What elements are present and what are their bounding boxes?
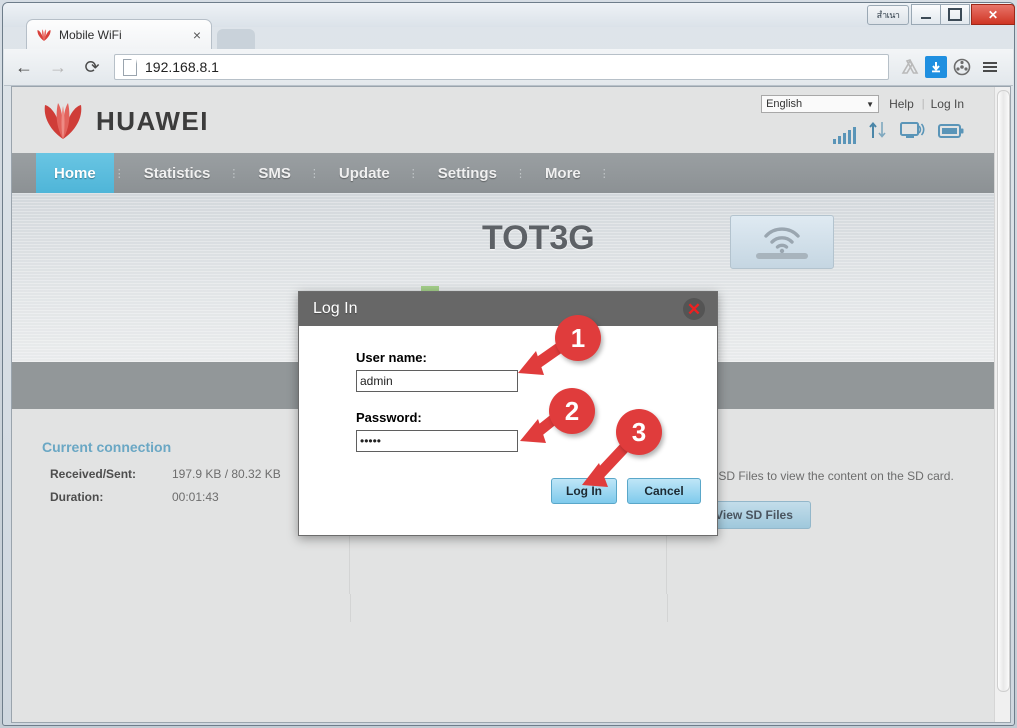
nav-separator: ⋮ bbox=[113, 167, 126, 180]
browser-window: สำเนา ✕ Mobile WiFi × ← → ⟳ 192.168.8.1 … bbox=[2, 2, 1015, 726]
nav-item-update[interactable]: Update bbox=[321, 153, 408, 193]
language-select-value: English bbox=[766, 98, 803, 110]
sd-card-description: iew SD Files to view the content on the … bbox=[697, 469, 954, 483]
browser-menu-icon[interactable] bbox=[977, 54, 1003, 80]
help-link[interactable]: Help bbox=[889, 97, 914, 111]
main-navigation: Home ⋮ Statistics ⋮ SMS ⋮ Update ⋮ Setti… bbox=[12, 153, 996, 193]
header-separator: | bbox=[921, 98, 925, 110]
status-icons bbox=[833, 121, 964, 144]
tab-close-icon[interactable]: × bbox=[189, 27, 205, 43]
login-link[interactable]: Log In bbox=[931, 97, 964, 111]
nav-item-statistics[interactable]: Statistics bbox=[126, 153, 229, 193]
nav-separator: ⋮ bbox=[228, 167, 241, 180]
nav-separator: ⋮ bbox=[514, 167, 527, 180]
page-document-icon bbox=[123, 58, 137, 76]
address-bar[interactable]: 192.168.8.1 bbox=[114, 54, 889, 80]
nav-separator: ⋮ bbox=[598, 167, 611, 180]
forward-button[interactable]: → bbox=[44, 53, 72, 81]
site-header: HUAWEI English ▼ Help | Log In bbox=[12, 87, 996, 153]
address-bar-url: 192.168.8.1 bbox=[145, 59, 219, 75]
dialog-titlebar: Log In ✕ bbox=[299, 292, 717, 326]
drive-icon[interactable] bbox=[897, 54, 923, 80]
nav-item-sms[interactable]: SMS bbox=[240, 153, 309, 193]
language-select[interactable]: English ▼ bbox=[761, 95, 880, 113]
tab-title: Mobile WiFi bbox=[59, 27, 122, 42]
received-sent-value: 197.9 KB / 80.32 KB bbox=[172, 467, 281, 481]
up-down-arrows-icon bbox=[868, 121, 888, 144]
duration-label: Duration: bbox=[50, 490, 104, 504]
column-divider bbox=[667, 594, 668, 622]
network-name: TOT3G bbox=[482, 219, 595, 257]
nav-separator: ⋮ bbox=[308, 167, 321, 180]
battery-icon bbox=[938, 123, 964, 144]
nav-item-home[interactable]: Home bbox=[36, 153, 114, 193]
film-reel-icon[interactable] bbox=[949, 54, 975, 80]
reload-button[interactable]: ⟳ bbox=[78, 53, 106, 81]
nav-item-more[interactable]: More bbox=[527, 153, 599, 193]
dialog-close-icon[interactable]: ✕ bbox=[683, 298, 705, 320]
screenshot-root: สำเนา ✕ Mobile WiFi × ← → ⟳ 192.168.8.1 … bbox=[0, 0, 1017, 728]
wifi-toggle-button[interactable] bbox=[730, 215, 834, 269]
brand-wordmark: HUAWEI bbox=[96, 105, 209, 136]
back-button[interactable]: ← bbox=[10, 53, 38, 81]
tab-strip: Mobile WiFi × bbox=[4, 19, 1013, 49]
wifi-panel-bar bbox=[756, 253, 808, 259]
column-divider bbox=[350, 594, 351, 622]
signal-bars-icon bbox=[833, 126, 856, 144]
duration-value: 00:01:43 bbox=[172, 490, 219, 504]
header-controls: English ▼ Help | Log In bbox=[761, 95, 964, 113]
callout-badge-3: 3 bbox=[616, 409, 662, 455]
nav-separator: ⋮ bbox=[407, 167, 420, 180]
new-tab-button[interactable] bbox=[217, 29, 255, 49]
huawei-logo: HUAWEI bbox=[40, 101, 209, 141]
page-scrollbar[interactable] bbox=[994, 87, 1010, 722]
sd-card-title: ng bbox=[697, 439, 996, 455]
download-icon[interactable] bbox=[925, 56, 947, 78]
dialog-title: Log In bbox=[313, 300, 358, 317]
huawei-flower-icon bbox=[40, 101, 86, 141]
username-field[interactable]: admin bbox=[356, 370, 518, 392]
password-field[interactable]: ••••• bbox=[356, 430, 518, 452]
callout-badge-1: 1 bbox=[555, 315, 601, 361]
chevron-down-icon: ▼ bbox=[866, 99, 875, 109]
huawei-favicon-icon bbox=[35, 28, 53, 42]
browser-toolbar: ← → ⟳ 192.168.8.1 bbox=[4, 49, 1013, 86]
callout-badge-2: 2 bbox=[549, 388, 595, 434]
page-scrollbar-thumb[interactable] bbox=[997, 90, 1010, 692]
browser-tab-mobile-wifi[interactable]: Mobile WiFi × bbox=[26, 19, 212, 49]
nav-item-settings[interactable]: Settings bbox=[420, 153, 515, 193]
page-bottom-area bbox=[12, 594, 996, 722]
wifi-monitor-icon bbox=[900, 121, 926, 144]
received-sent-label: Received/Sent: bbox=[50, 467, 137, 481]
